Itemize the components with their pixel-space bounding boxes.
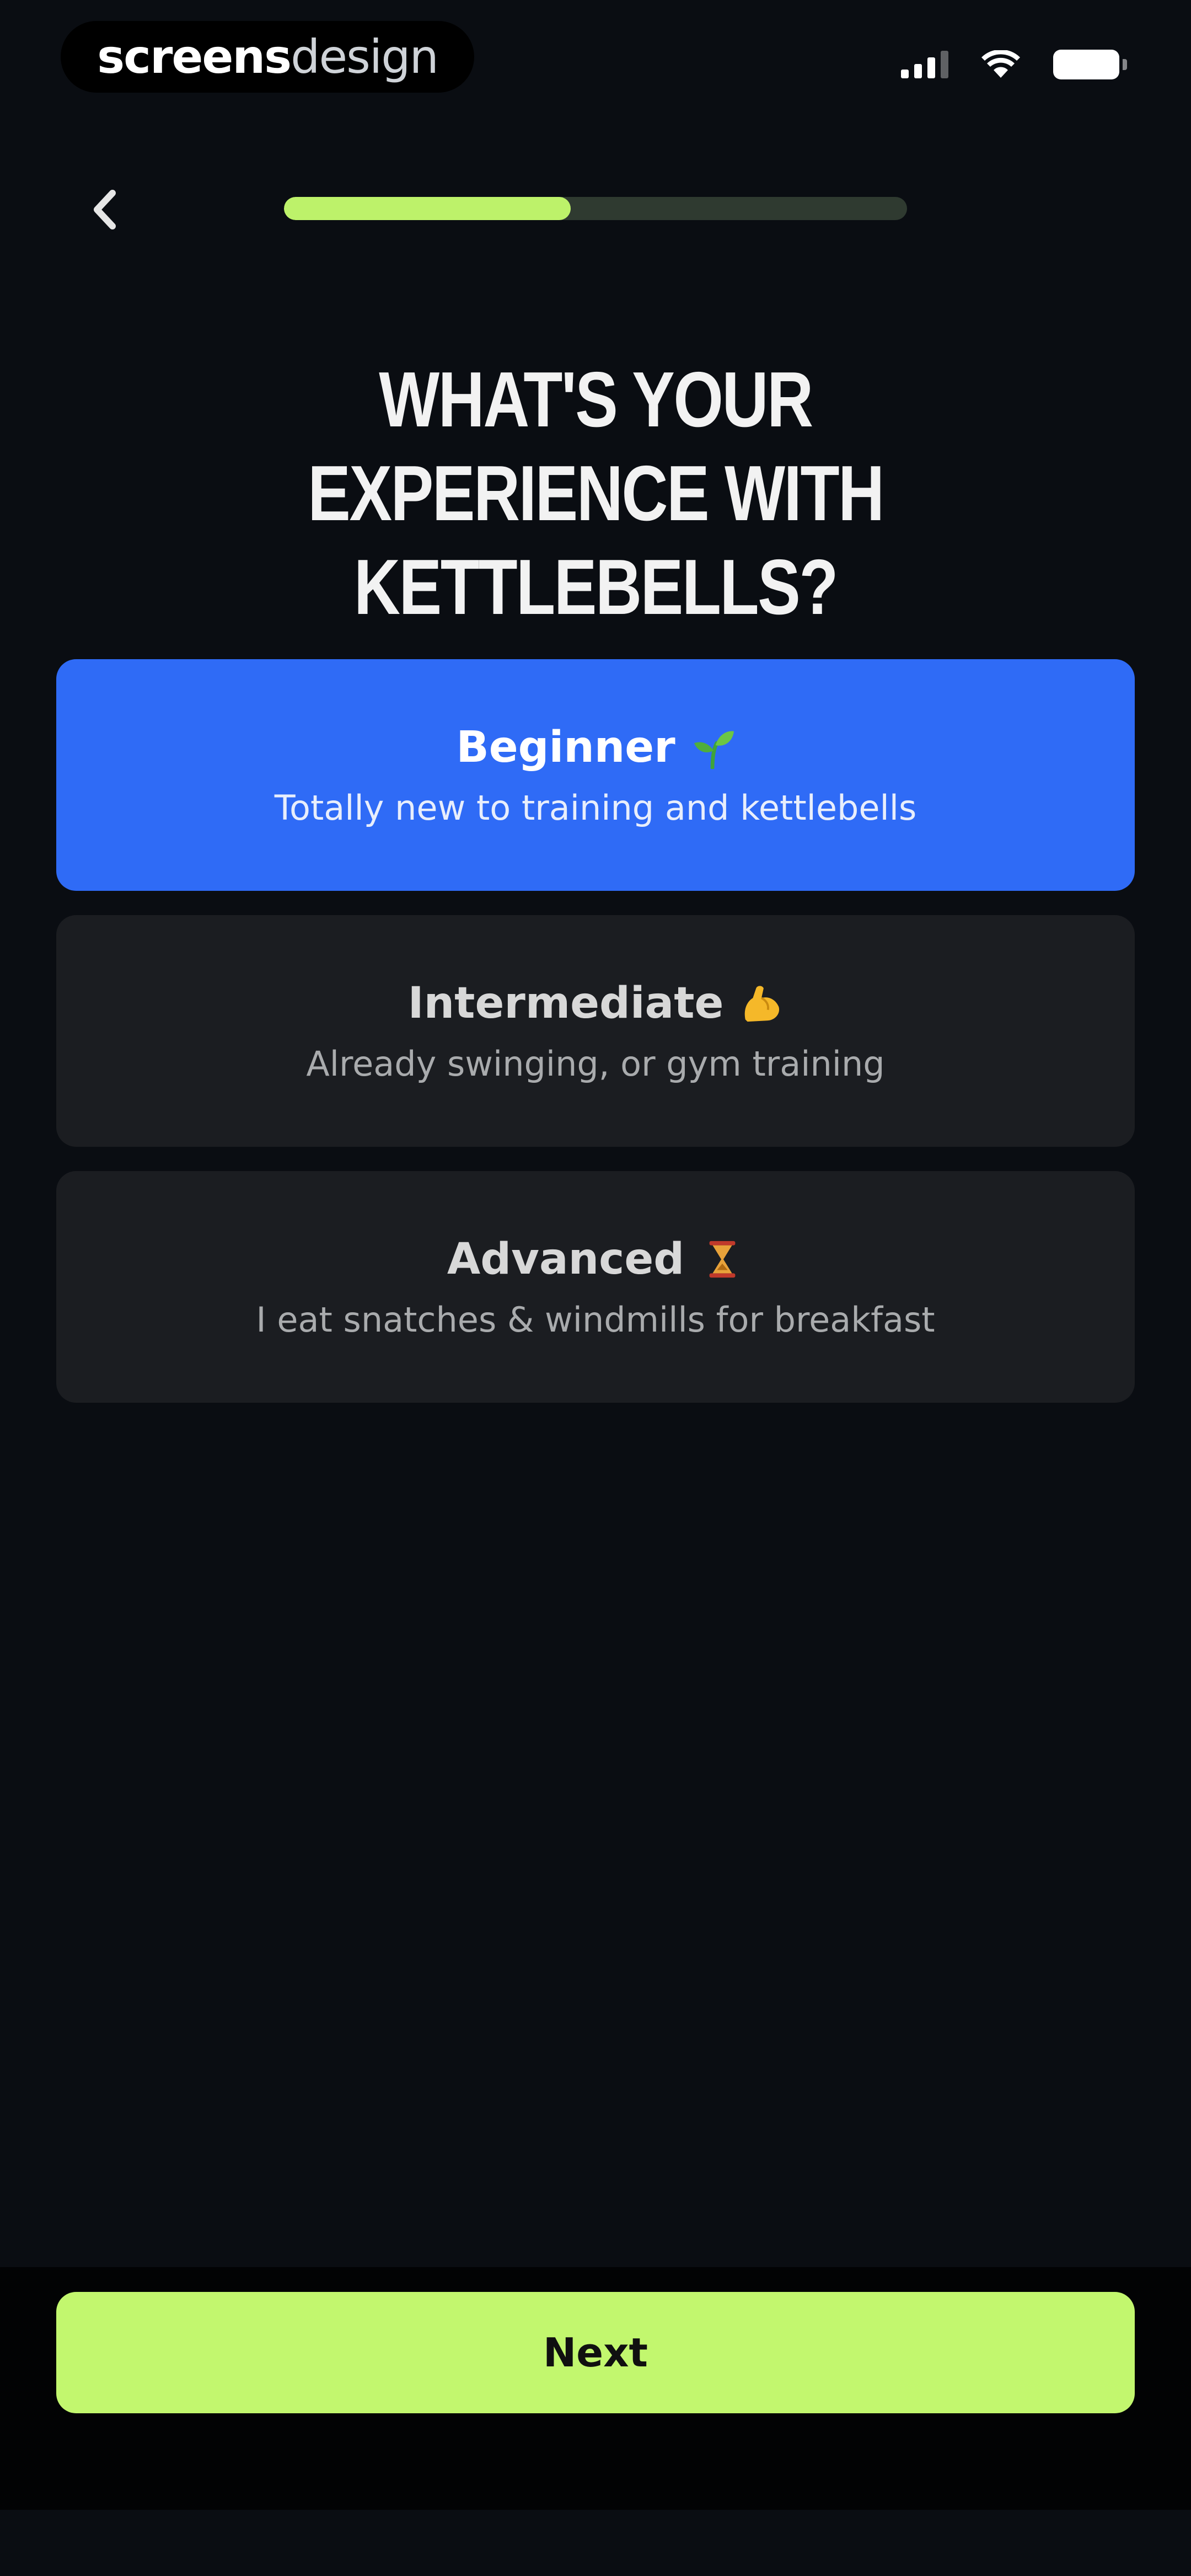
status-bar: screens design (0, 0, 1191, 121)
brand-logo-part1: screens (97, 30, 292, 84)
progress-bar-fill (284, 197, 571, 220)
chevron-left-icon (94, 190, 116, 229)
status-icons (901, 50, 1127, 79)
option-advanced[interactable]: Advanced I eat snatches & windmills for … (56, 1171, 1135, 1403)
option-intermediate[interactable]: Intermediate Already swinging, or gym tr… (56, 915, 1135, 1147)
battery-icon (1053, 50, 1127, 79)
progress-bar (284, 197, 907, 220)
brand-logo: screens design (61, 21, 474, 93)
signal-icon (901, 51, 948, 78)
experience-options: Beginner Totally new to training and ket… (56, 659, 1135, 1427)
seedling-icon (694, 731, 734, 769)
option-beginner[interactable]: Beginner Totally new to training and ket… (56, 659, 1135, 891)
option-title: Advanced (447, 1232, 744, 1287)
option-label: Beginner (456, 723, 675, 772)
flexed-biceps-icon (745, 986, 780, 1022)
wifi-icon (981, 50, 1020, 78)
option-description: Already swinging, or gym training (306, 1044, 885, 1084)
hourglass-icon (709, 1241, 736, 1278)
back-button[interactable] (77, 182, 132, 237)
next-button[interactable]: Next (56, 2292, 1135, 2413)
home-indicator-area (0, 2510, 1191, 2576)
brand-logo-part2: design (291, 30, 439, 84)
page-title: WHAT'S YOUR EXPERIENCE WITH KETTLEBELLS? (308, 356, 884, 631)
option-description: I eat snatches & windmills for breakfast (256, 1300, 935, 1340)
option-label: Advanced (447, 1234, 685, 1284)
option-title: Beginner (456, 720, 734, 775)
option-title: Intermediate (408, 976, 784, 1031)
option-label: Intermediate (407, 979, 724, 1028)
option-description: Totally new to training and kettlebells (274, 788, 917, 828)
